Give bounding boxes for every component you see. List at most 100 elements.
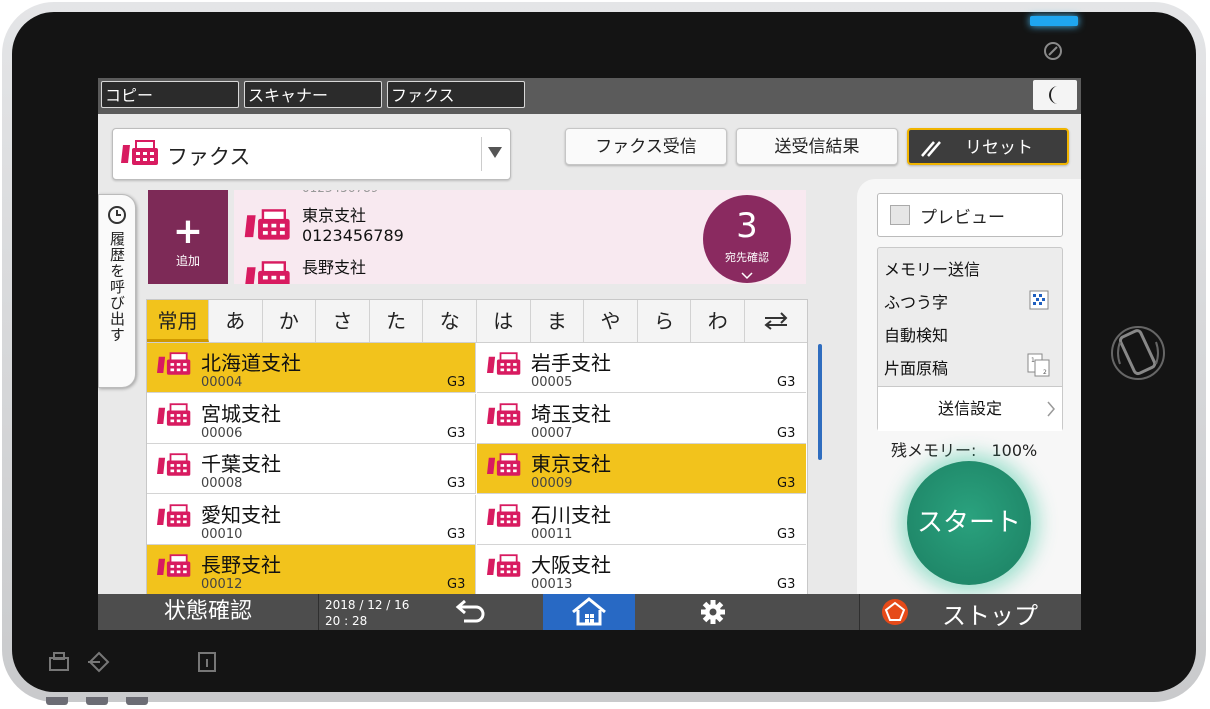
preview-label: プレビュー: [920, 208, 1005, 228]
remaining-memory-label: 残メモリー:: [891, 441, 977, 460]
address-number: 00010: [201, 526, 243, 542]
fax-icon: [157, 452, 193, 482]
settings-panel: プレビュー メモリー送信 ふつう字 自動検知 片面原稿 1 2 送信設定 残メモ…: [857, 179, 1081, 630]
moon-icon: [1049, 86, 1058, 104]
tab-fax[interactable]: ファクス: [387, 81, 525, 108]
index-tab[interactable]: ら: [638, 300, 692, 342]
tab-copy[interactable]: コピー: [101, 81, 239, 108]
chevron-down-icon: [488, 147, 502, 158]
address-mode: G3: [447, 375, 466, 390]
index-tab[interactable]: あ: [209, 300, 263, 342]
fax-icon: [121, 140, 158, 165]
bottom-bar: 状態確認 2018 / 12 / 16 20 : 28 ストップ: [98, 594, 1081, 630]
address-mode: G3: [447, 526, 466, 542]
destination-confirm-button[interactable]: 3 宛先確認: [703, 195, 791, 283]
index-tab[interactable]: は: [477, 300, 531, 342]
results-button[interactable]: 送受信結果: [736, 128, 898, 165]
fax-icon: [487, 351, 523, 381]
send-settings-button[interactable]: 送信設定: [878, 386, 1062, 431]
address-name: 埼玉支社: [531, 401, 611, 426]
address-entry[interactable]: 長野支社 00012 G3: [147, 545, 476, 595]
preview-checkbox[interactable]: [890, 205, 910, 225]
index-tab[interactable]: か: [263, 300, 317, 342]
address-entry[interactable]: 岩手支社 00005 G3: [477, 343, 806, 393]
data-in-led-icon: [88, 651, 110, 673]
swap-view-button[interactable]: [745, 300, 807, 342]
reset-button[interactable]: リセット: [907, 128, 1069, 165]
app-tab-bar: コピー スキャナー ファクス: [98, 78, 1081, 114]
address-mode: G3: [777, 425, 796, 441]
add-destination-button[interactable]: + 追加: [148, 190, 228, 284]
device-feet: [46, 690, 236, 705]
time-text: 20 : 28: [325, 614, 368, 628]
stop-label: ストップ: [942, 602, 1038, 630]
fax-icon: [157, 553, 193, 583]
nfc-phone-icon: [1111, 326, 1165, 380]
destination-list[interactable]: 0123456789 東京支社 0123456789: [234, 190, 806, 284]
back-button[interactable]: [438, 594, 498, 630]
preview-toggle[interactable]: プレビュー: [877, 193, 1063, 237]
address-name: 北海道支社: [201, 351, 301, 375]
address-number: 00004: [201, 375, 243, 390]
address-name: 石川支社: [531, 502, 611, 527]
index-tab[interactable]: わ: [691, 300, 745, 342]
swap-icon: [764, 312, 788, 330]
setting-original-type: 自動検知: [884, 326, 949, 345]
fax-receive-button[interactable]: ファクス受信: [565, 128, 727, 165]
address-entry[interactable]: 東京支社 00009 G3: [477, 444, 806, 494]
address-number: 00011: [531, 526, 573, 542]
address-entry[interactable]: 大阪支社 00013 G3: [477, 545, 806, 595]
address-entry[interactable]: 北海道支社 00004 G3: [147, 343, 476, 393]
destination-area: + 追加 0123456789 東京支社 0123456789: [148, 190, 806, 284]
mode-select[interactable]: ファクス: [112, 128, 511, 180]
send-settings-label: 送信設定: [937, 399, 1002, 418]
reset-label: リセット: [965, 138, 1033, 158]
address-mode: G3: [447, 577, 466, 592]
gear-icon: [701, 600, 725, 624]
fax-icon: [487, 402, 523, 432]
settings-summary[interactable]: メモリー送信 ふつう字 自動検知 片面原稿 1 2 送信設定: [877, 247, 1063, 431]
address-entry[interactable]: 埼玉支社 00007 G3: [477, 393, 806, 444]
address-mode: G3: [777, 526, 796, 542]
date-time: 2018 / 12 / 16 20 : 28: [325, 597, 409, 629]
power-icon[interactable]: [1043, 41, 1063, 61]
setting-sides: 片面原稿: [884, 359, 949, 378]
status-check-button[interactable]: 状態確認: [98, 594, 319, 630]
address-name: 岩手支社: [531, 351, 611, 375]
stop-button[interactable]: ストップ: [859, 594, 1081, 630]
address-entry[interactable]: 宮城支社 00006 G3: [147, 393, 476, 444]
fax-icon: [245, 261, 290, 284]
address-scrollbar[interactable]: [818, 344, 822, 460]
mode-select-value: ファクス: [167, 145, 251, 169]
destination-confirm-label: 宛先確認: [725, 251, 769, 264]
address-entry[interactable]: 石川支社 00011 G3: [477, 494, 806, 545]
index-tab[interactable]: さ: [316, 300, 370, 342]
home-button[interactable]: [543, 594, 635, 630]
start-button[interactable]: スタート: [907, 461, 1031, 585]
energy-saver-button[interactable]: [1033, 80, 1077, 110]
address-name: 大阪支社: [531, 553, 611, 577]
history-tab[interactable]: 履歴を呼び出す: [98, 194, 136, 388]
remaining-memory: 残メモリー: 100%: [891, 437, 1037, 461]
fax-icon: [157, 351, 193, 381]
address-name: 千葉支社: [201, 452, 281, 476]
reset-icon: [921, 141, 941, 157]
index-tab[interactable]: な: [423, 300, 477, 342]
fax-icon: [157, 402, 193, 432]
history-tab-label: 履歴を呼び出す: [108, 231, 126, 343]
address-number: 00013: [531, 577, 573, 592]
add-destination-label: 追加: [175, 254, 200, 268]
stop-icon: [882, 599, 908, 625]
fax-led-icon: [49, 652, 69, 671]
address-entry[interactable]: 千葉支社 00008 G3: [147, 444, 476, 494]
tab-scanner[interactable]: スキャナー: [244, 81, 382, 108]
address-entry[interactable]: 愛知支社 00010 G3: [147, 494, 476, 545]
index-tab[interactable]: た: [370, 300, 424, 342]
index-tab[interactable]: ま: [531, 300, 585, 342]
plus-icon: +: [172, 211, 204, 252]
fax-icon: [487, 503, 523, 533]
back-arrow-icon: [455, 599, 485, 623]
settings-button[interactable]: [688, 594, 738, 630]
index-tab[interactable]: 常用: [147, 300, 209, 342]
index-tab[interactable]: や: [584, 300, 638, 342]
